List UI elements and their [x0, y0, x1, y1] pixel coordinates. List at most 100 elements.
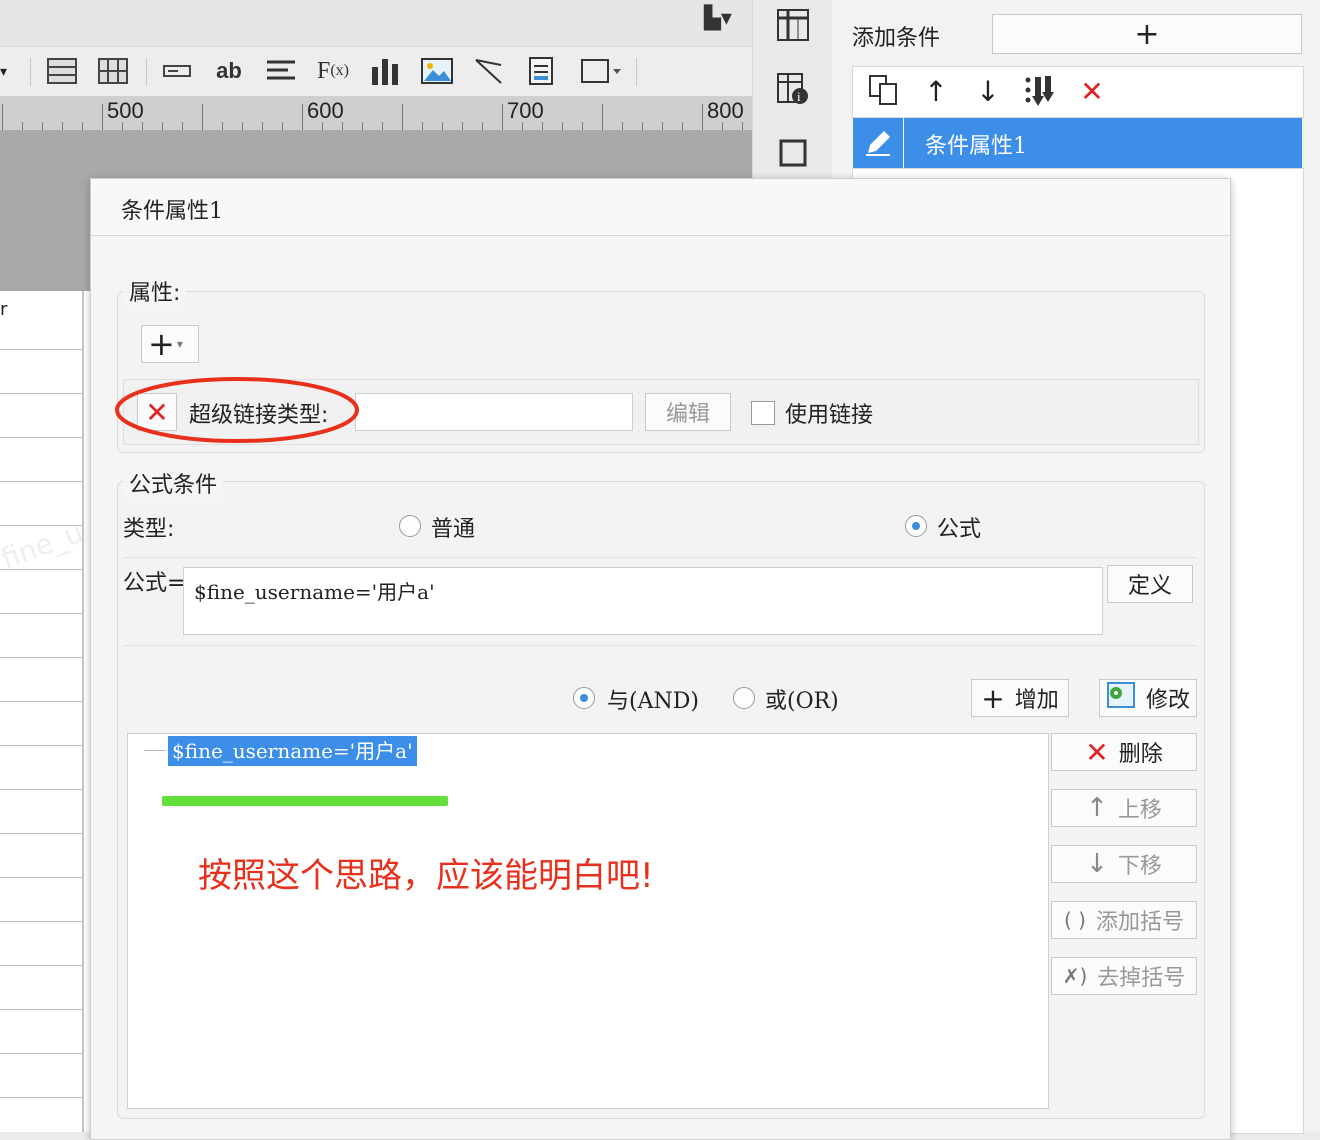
- add-parens-button[interactable]: ( ) 添加括号: [1051, 901, 1197, 939]
- toolbar-separator: [146, 58, 147, 86]
- remove-parens-button[interactable]: ✗) 去掉括号: [1051, 957, 1197, 995]
- remove-parens-icon: ✗): [1062, 964, 1088, 988]
- modify-icon: [1106, 681, 1136, 715]
- sheet-row-line: [0, 1009, 82, 1010]
- green-highlight-bar: [162, 796, 448, 806]
- bar-chart-icon[interactable]: [368, 54, 402, 88]
- ruler-label: 700: [507, 98, 544, 123]
- toolbar-separator: [636, 58, 637, 86]
- ruler-tick: [642, 122, 643, 130]
- type-normal-label: 普通: [431, 517, 476, 542]
- formula-icon[interactable]: F (x): [316, 54, 350, 88]
- move-down-icon[interactable]: ↓: [970, 74, 1006, 110]
- frame-icon[interactable]: [775, 136, 811, 172]
- page-icon[interactable]: [524, 54, 558, 88]
- or-radio[interactable]: [733, 687, 755, 709]
- condition-list-item-selected[interactable]: 条件属性1: [853, 118, 1302, 168]
- arrow-up-icon: ↑: [1086, 793, 1108, 823]
- ruler-tick: [382, 122, 383, 130]
- delete-label: 删除: [1118, 742, 1163, 767]
- type-normal-radio[interactable]: [399, 515, 421, 537]
- horizontal-ruler: 500 600 700 800: [0, 96, 752, 131]
- ruler-tick: [622, 122, 623, 130]
- add-label: 增加: [1014, 688, 1059, 713]
- edit-hyperlink-button[interactable]: 编辑: [645, 393, 731, 431]
- ruler-tick: [142, 122, 143, 130]
- move-up-icon[interactable]: ↑: [918, 74, 954, 110]
- ab-text-icon[interactable]: ab: [212, 54, 246, 88]
- attributes-legend: 属性:: [123, 275, 187, 307]
- ruler-tick: [102, 104, 103, 130]
- move-down-label: 下移: [1117, 854, 1162, 879]
- add-condition-row-button[interactable]: + 增加: [971, 679, 1069, 717]
- pencil-icon[interactable]: [853, 118, 904, 168]
- divider: [123, 557, 1197, 558]
- ruler-tick: [602, 104, 603, 130]
- plus-icon: +: [981, 681, 1005, 715]
- cell-info-icon[interactable]: i: [775, 72, 811, 108]
- add-attribute-button[interactable]: + ▾: [141, 325, 199, 363]
- or-label: 或(OR): [765, 689, 839, 714]
- ruler-tick: [422, 122, 423, 130]
- formula-input[interactable]: $fine_username='用户a': [183, 567, 1103, 635]
- sheet-row-line: [0, 701, 82, 702]
- tree-item-selected[interactable]: $fine_username='用户a': [168, 736, 417, 766]
- ruler-tick: [582, 122, 583, 130]
- grid-icon[interactable]: [96, 54, 130, 88]
- parens-icon: ( ): [1064, 908, 1086, 932]
- sheet-row-line: [0, 745, 82, 746]
- ruler-tick: [2, 104, 3, 130]
- dialog-title-bar: 条件属性1: [91, 179, 1230, 236]
- remove-parens-label: 去掉括号: [1097, 966, 1186, 991]
- arrow-down-icon: ↓: [1086, 849, 1108, 879]
- border-icon[interactable]: [578, 54, 624, 88]
- ruler-label: 800: [707, 98, 744, 123]
- ruler-tick: [62, 122, 63, 130]
- move-down-button[interactable]: ↓ 下移: [1051, 845, 1197, 883]
- slash-icon[interactable]: [472, 54, 506, 88]
- sheet-row-line: [0, 1053, 82, 1054]
- delete-icon[interactable]: ✕: [1074, 74, 1110, 110]
- move-up-label: 上移: [1117, 798, 1162, 823]
- ruler-tick: [42, 122, 43, 130]
- hyperlink-type-input[interactable]: [355, 393, 633, 431]
- formula-value: $fine_username='用户a': [194, 580, 435, 604]
- ruler-tick: [82, 122, 83, 130]
- freeze-icon[interactable]: [775, 8, 811, 44]
- add-condition-button[interactable]: +: [992, 14, 1302, 54]
- ruler-tick: [282, 122, 283, 130]
- table-icon[interactable]: [45, 54, 79, 88]
- define-button[interactable]: 定义: [1107, 565, 1193, 603]
- type-formula-radio[interactable]: [905, 515, 927, 537]
- ruler-tick: [22, 122, 23, 130]
- and-label: 与(AND): [607, 689, 699, 714]
- ruler-tick: [342, 122, 343, 130]
- move-up-button[interactable]: ↑ 上移: [1051, 789, 1197, 827]
- sheet-row-line: [0, 349, 82, 350]
- ruler-tick: [562, 122, 563, 130]
- use-link-checkbox[interactable]: [751, 401, 775, 425]
- textbox-icon[interactable]: [160, 54, 194, 88]
- delete-button[interactable]: ✕ 删除: [1051, 733, 1197, 771]
- ruler-tick: [442, 122, 443, 130]
- condition-tree[interactable]: $fine_username='用户a' 按照这个思路，应该能明白吧!: [127, 733, 1049, 1109]
- toolbar-top-strip: [0, 0, 752, 47]
- modify-label: 修改: [1145, 688, 1190, 713]
- sheet-row-line: [0, 525, 82, 526]
- toolbar-menu-icon[interactable]: ▙▾: [704, 6, 732, 34]
- annotation-ellipse: [115, 377, 359, 443]
- spreadsheet-column: r fine_u: [0, 291, 90, 1132]
- ruler-tick: [322, 122, 323, 130]
- and-radio[interactable]: [573, 687, 595, 709]
- column-header-fragment: r: [0, 299, 8, 320]
- image-icon[interactable]: [420, 54, 454, 88]
- align-icon[interactable]: [264, 54, 298, 88]
- sheet-row-line: [0, 393, 82, 394]
- copy-icon[interactable]: [866, 74, 902, 110]
- sheet-row-line: [0, 921, 82, 922]
- move-bottom-icon[interactable]: [1022, 74, 1058, 110]
- ruler-tick: [502, 104, 503, 130]
- modify-button[interactable]: 修改: [1099, 679, 1197, 717]
- ruler-tick: [302, 104, 303, 130]
- dropdown-caret-icon[interactable]: ▾: [0, 64, 7, 80]
